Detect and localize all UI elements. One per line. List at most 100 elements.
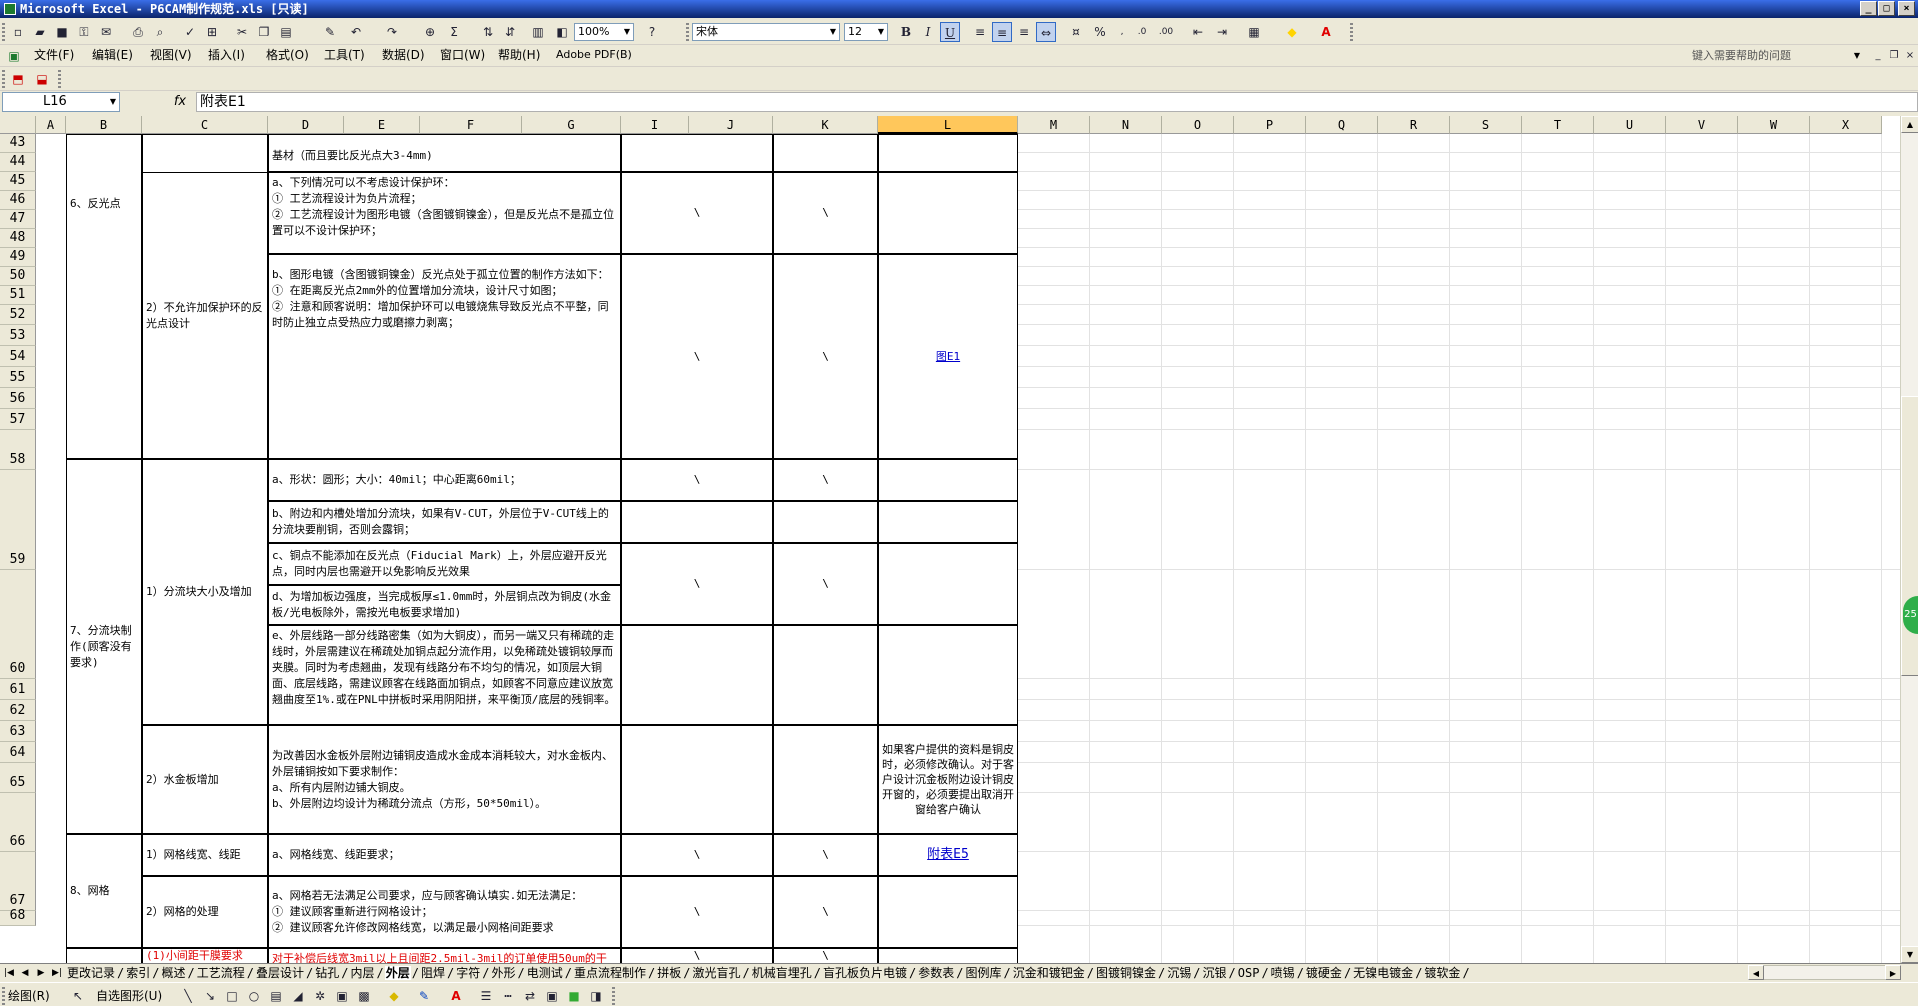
cell-l-shuijin[interactable]: 如果客户提供的资料是铜皮时，必须修改确认。对于客户设计沉金板附边设计铜皮开窗的，… bbox=[878, 725, 1018, 834]
permission-icon[interactable]: ⚿ bbox=[74, 22, 94, 42]
help-search-input[interactable]: 键入需要帮助的问题 ▼ bbox=[1688, 47, 1864, 65]
clipart-icon[interactable]: ▣ bbox=[332, 986, 352, 1006]
sheet-tab[interactable]: 沉锡 bbox=[1166, 966, 1192, 980]
cell-i-small-gap[interactable]: \ bbox=[621, 948, 773, 963]
column-header-d[interactable]: D bbox=[268, 116, 344, 134]
sheet-tab[interactable]: 沉金和镀钯金 bbox=[1012, 966, 1086, 980]
select-objects-icon[interactable]: ↖ bbox=[68, 986, 88, 1006]
cell-l-fenliu-b[interactable] bbox=[878, 501, 1018, 543]
cell-l-fenliu-a[interactable] bbox=[878, 459, 1018, 501]
menu-data[interactable]: 数据(D) bbox=[382, 46, 425, 64]
menu-adobe-pdf[interactable]: Adobe PDF(B) bbox=[556, 46, 632, 64]
cell-k-wangge-b[interactable]: \ bbox=[773, 876, 878, 948]
save-icon[interactable]: ■ bbox=[52, 22, 72, 42]
new-icon[interactable]: ▫ bbox=[8, 22, 28, 42]
textbox-icon[interactable]: ▤ bbox=[266, 986, 286, 1006]
cell-c-wangge-2[interactable]: 2）网格的处理 bbox=[142, 876, 268, 948]
cell-d-fenliu-a[interactable]: a、形状：圆形；大小：40mil；中心距离60mil； bbox=[268, 459, 621, 501]
cell-c-shuijin[interactable]: 2）水金板增加 bbox=[142, 725, 268, 834]
spelling-icon[interactable]: ✓ bbox=[180, 22, 200, 42]
select-all-corner[interactable] bbox=[0, 116, 36, 134]
column-header-t[interactable]: T bbox=[1522, 116, 1594, 134]
format-painter-icon[interactable]: ✎ bbox=[320, 22, 340, 42]
cell-l-small-gap[interactable] bbox=[878, 948, 1018, 963]
sheet-tab[interactable]: 参数表 bbox=[917, 966, 955, 980]
sheet-tab[interactable]: OSP bbox=[1237, 966, 1261, 980]
autosum-button[interactable]: Σ bbox=[444, 22, 464, 42]
increase-indent-icon[interactable]: ⇥ bbox=[1212, 22, 1232, 42]
row-header-45[interactable]: 45 bbox=[0, 172, 36, 191]
column-header-m[interactable]: M bbox=[1018, 116, 1090, 134]
maximize-button[interactable]: □ bbox=[1878, 1, 1895, 16]
cell-i-fenliu-b[interactable] bbox=[621, 501, 773, 543]
column-header-x[interactable]: X bbox=[1810, 116, 1882, 134]
cell-i-wangge-b[interactable]: \ bbox=[621, 876, 773, 948]
line-color-icon[interactable]: ✎ bbox=[414, 986, 434, 1006]
sheet-tab[interactable]: 工艺流程 bbox=[196, 966, 246, 980]
scroll-up-icon[interactable]: ▲ bbox=[1901, 116, 1918, 133]
bold-button[interactable]: B bbox=[896, 22, 916, 42]
fill-color-icon[interactable]: ◆ bbox=[1282, 22, 1302, 42]
row-header-58[interactable]: 58 bbox=[0, 430, 36, 470]
row-header-63[interactable]: 63 bbox=[0, 721, 36, 742]
cell-k-wangge-a[interactable]: \ bbox=[773, 834, 878, 876]
column-header-e[interactable]: E bbox=[344, 116, 420, 134]
sheet-tab[interactable]: 更改记录 bbox=[66, 966, 116, 980]
diagram-icon[interactable]: ✲ bbox=[310, 986, 330, 1006]
column-header-l[interactable]: L bbox=[878, 116, 1018, 134]
cell-l-tu-e1[interactable]: 图E1 bbox=[878, 254, 1018, 459]
column-header-k[interactable]: K bbox=[773, 116, 878, 134]
scroll-left-icon[interactable]: ◀ bbox=[1748, 965, 1764, 980]
menu-tools[interactable]: 工具(T) bbox=[324, 46, 365, 64]
cell-l43[interactable] bbox=[878, 134, 1018, 172]
cell-i-fenliu-a[interactable]: \ bbox=[621, 459, 773, 501]
cell-l-fubiao-e5[interactable]: 附表E5 bbox=[878, 834, 1018, 876]
row-header-43[interactable]: 43 bbox=[0, 134, 36, 153]
row-header-59[interactable]: 59 bbox=[0, 470, 36, 570]
floating-badge[interactable]: 25 bbox=[1903, 596, 1918, 634]
cell-k-fenliu-a[interactable]: \ bbox=[773, 459, 878, 501]
row-header-67[interactable]: 67 bbox=[0, 852, 36, 911]
column-header-s[interactable]: S bbox=[1450, 116, 1522, 134]
sheet-tab[interactable]: 叠层设计 bbox=[255, 966, 305, 980]
chart-wizard-icon[interactable]: ▥ bbox=[528, 22, 548, 42]
sheet-tab[interactable]: 镀软金 bbox=[1423, 966, 1461, 980]
menu-insert[interactable]: 插入(I) bbox=[208, 46, 245, 64]
cell-d-shuijin[interactable]: 为改善因水金板外层附边铺铜皮造成水金成本消耗较大，对水金板内、外层铺铜按如下要求… bbox=[268, 725, 621, 834]
sheet-tab[interactable]: 沉银 bbox=[1202, 966, 1228, 980]
align-right-icon[interactable]: ≡ bbox=[1014, 22, 1034, 42]
zoom-select[interactable]: 100% ▼ bbox=[574, 23, 634, 41]
horizontal-scrollbar[interactable]: ◀ ▶ bbox=[1748, 965, 1901, 980]
column-header-i[interactable]: I bbox=[621, 116, 689, 134]
column-header-w[interactable]: W bbox=[1738, 116, 1810, 134]
worksheet-grid[interactable]: ABCDEFGIJKLMNOPQRSTUVWX 43 44 45 46 47 48 49 50… bbox=[0, 116, 1918, 963]
row-header-61[interactable]: 61 bbox=[0, 679, 36, 700]
cell-i-wangge-a[interactable]: \ bbox=[621, 834, 773, 876]
row-header-66[interactable]: 66 bbox=[0, 793, 36, 852]
currency-icon[interactable]: ¤ bbox=[1066, 22, 1086, 42]
cell-d43[interactable]: 基材（而且要比反光点大3-4mm) bbox=[268, 134, 621, 172]
link-fubiao-e5[interactable]: 附表E5 bbox=[927, 847, 969, 863]
cell-d-fenliu-b[interactable]: b、附边和内槽处增加分流块，如果有V-CUT，外层位于V-CUT线上的分流块要削… bbox=[268, 501, 621, 543]
increase-decimal-icon[interactable]: .0 bbox=[1132, 22, 1152, 42]
copy-icon[interactable]: ❐ bbox=[254, 22, 274, 42]
line-style-icon[interactable]: ☰ bbox=[476, 986, 496, 1006]
cell-c43[interactable] bbox=[142, 134, 268, 172]
cell-l-fenliu-e[interactable] bbox=[878, 625, 1018, 725]
toolbar-grip[interactable] bbox=[58, 70, 61, 88]
picture-icon[interactable]: ▩ bbox=[354, 986, 374, 1006]
menu-window[interactable]: 窗口(W) bbox=[440, 46, 485, 64]
row-header-47[interactable]: 47 bbox=[0, 210, 36, 229]
menu-edit[interactable]: 编辑(E) bbox=[92, 46, 133, 64]
cell-k-fenliu-b[interactable] bbox=[773, 501, 878, 543]
sheet-tab[interactable]: 字符 bbox=[455, 966, 481, 980]
column-header-f[interactable]: F bbox=[420, 116, 522, 134]
prev-sheet-icon[interactable]: ◀ bbox=[18, 966, 32, 980]
borders-icon[interactable]: ▦ bbox=[1244, 22, 1264, 42]
cell-k-fenliu-cd[interactable]: \ bbox=[773, 543, 878, 625]
row-header-44[interactable]: 44 bbox=[0, 153, 36, 172]
cell-d-wangge-a[interactable]: a、网格线宽、线距要求； bbox=[268, 834, 621, 876]
dash-style-icon[interactable]: ┅ bbox=[498, 986, 518, 1006]
shadow-icon[interactable]: ▣ bbox=[542, 986, 562, 1006]
cell-d-fanguang-a[interactable]: a、下列情况可以不考虑设计保护环： ① 工艺流程设计为负片流程； ② 工艺流程设… bbox=[268, 172, 621, 254]
